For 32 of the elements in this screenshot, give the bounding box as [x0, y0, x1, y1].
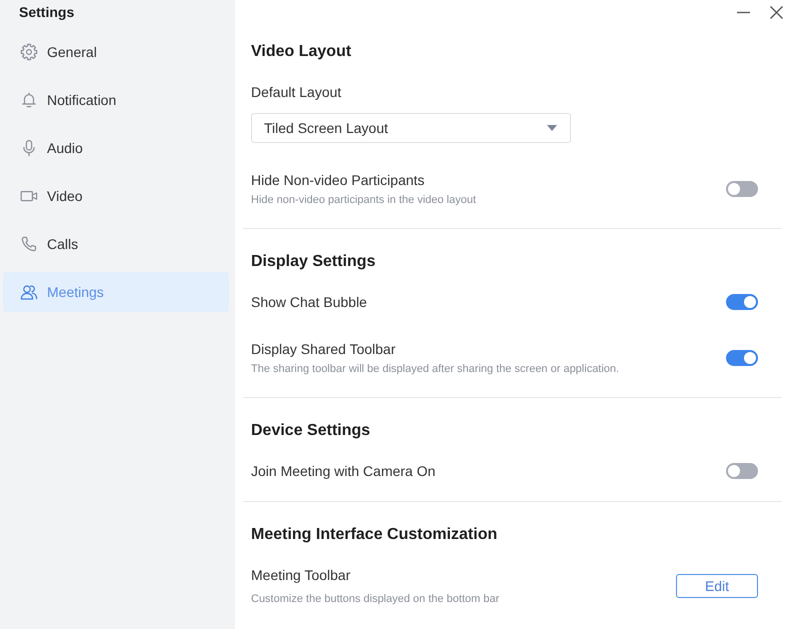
section-heading: Device Settings [251, 421, 372, 441]
setting-description: Customize the buttons displayed on the bottom bar [251, 592, 500, 607]
sidebar-item[interactable]: Audio [3, 128, 229, 168]
toggle-switch[interactable] [726, 294, 758, 310]
layout-dropdown[interactable]: Tiled Screen Layout [251, 113, 571, 143]
sidebar-item[interactable]: Calls [3, 224, 229, 264]
sidebar-item[interactable]: General [3, 32, 229, 72]
section-heading: Display Settings [251, 252, 376, 272]
window-title: Settings [18, 3, 74, 22]
section-heading: Video Layout [251, 42, 352, 62]
phone-icon [20, 235, 38, 253]
setting-label: Show Chat Bubble [251, 293, 367, 312]
toggle-switch[interactable] [726, 181, 758, 197]
setting-label: Default Layout [251, 83, 342, 102]
setting-description: Hide non-video participants in the video layout [251, 193, 476, 208]
section-heading: Meeting Interface Customization [251, 525, 498, 545]
sidebar-item[interactable]: Video [3, 176, 229, 216]
sidebar-item[interactable]: Notification [3, 80, 229, 120]
setting-label: Meeting Toolbar [251, 566, 350, 585]
gear-icon [20, 43, 38, 61]
toggle-switch[interactable] [726, 463, 758, 479]
setting-label: Hide Non-video Participants [251, 171, 425, 190]
setting-label: Join Meeting with Camera On [251, 462, 436, 481]
people-icon [20, 283, 38, 301]
caret-icon [547, 125, 557, 131]
toggle-switch[interactable] [726, 350, 758, 366]
setting-label: Display Shared Toolbar [251, 340, 396, 359]
close-icon [770, 6, 783, 19]
close-button[interactable] [770, 6, 783, 19]
bell-icon [20, 91, 38, 109]
setting-description: The sharing toolbar will be displayed after sharing the screen or application. [251, 362, 620, 377]
edit-button[interactable]: Edit [676, 574, 758, 598]
